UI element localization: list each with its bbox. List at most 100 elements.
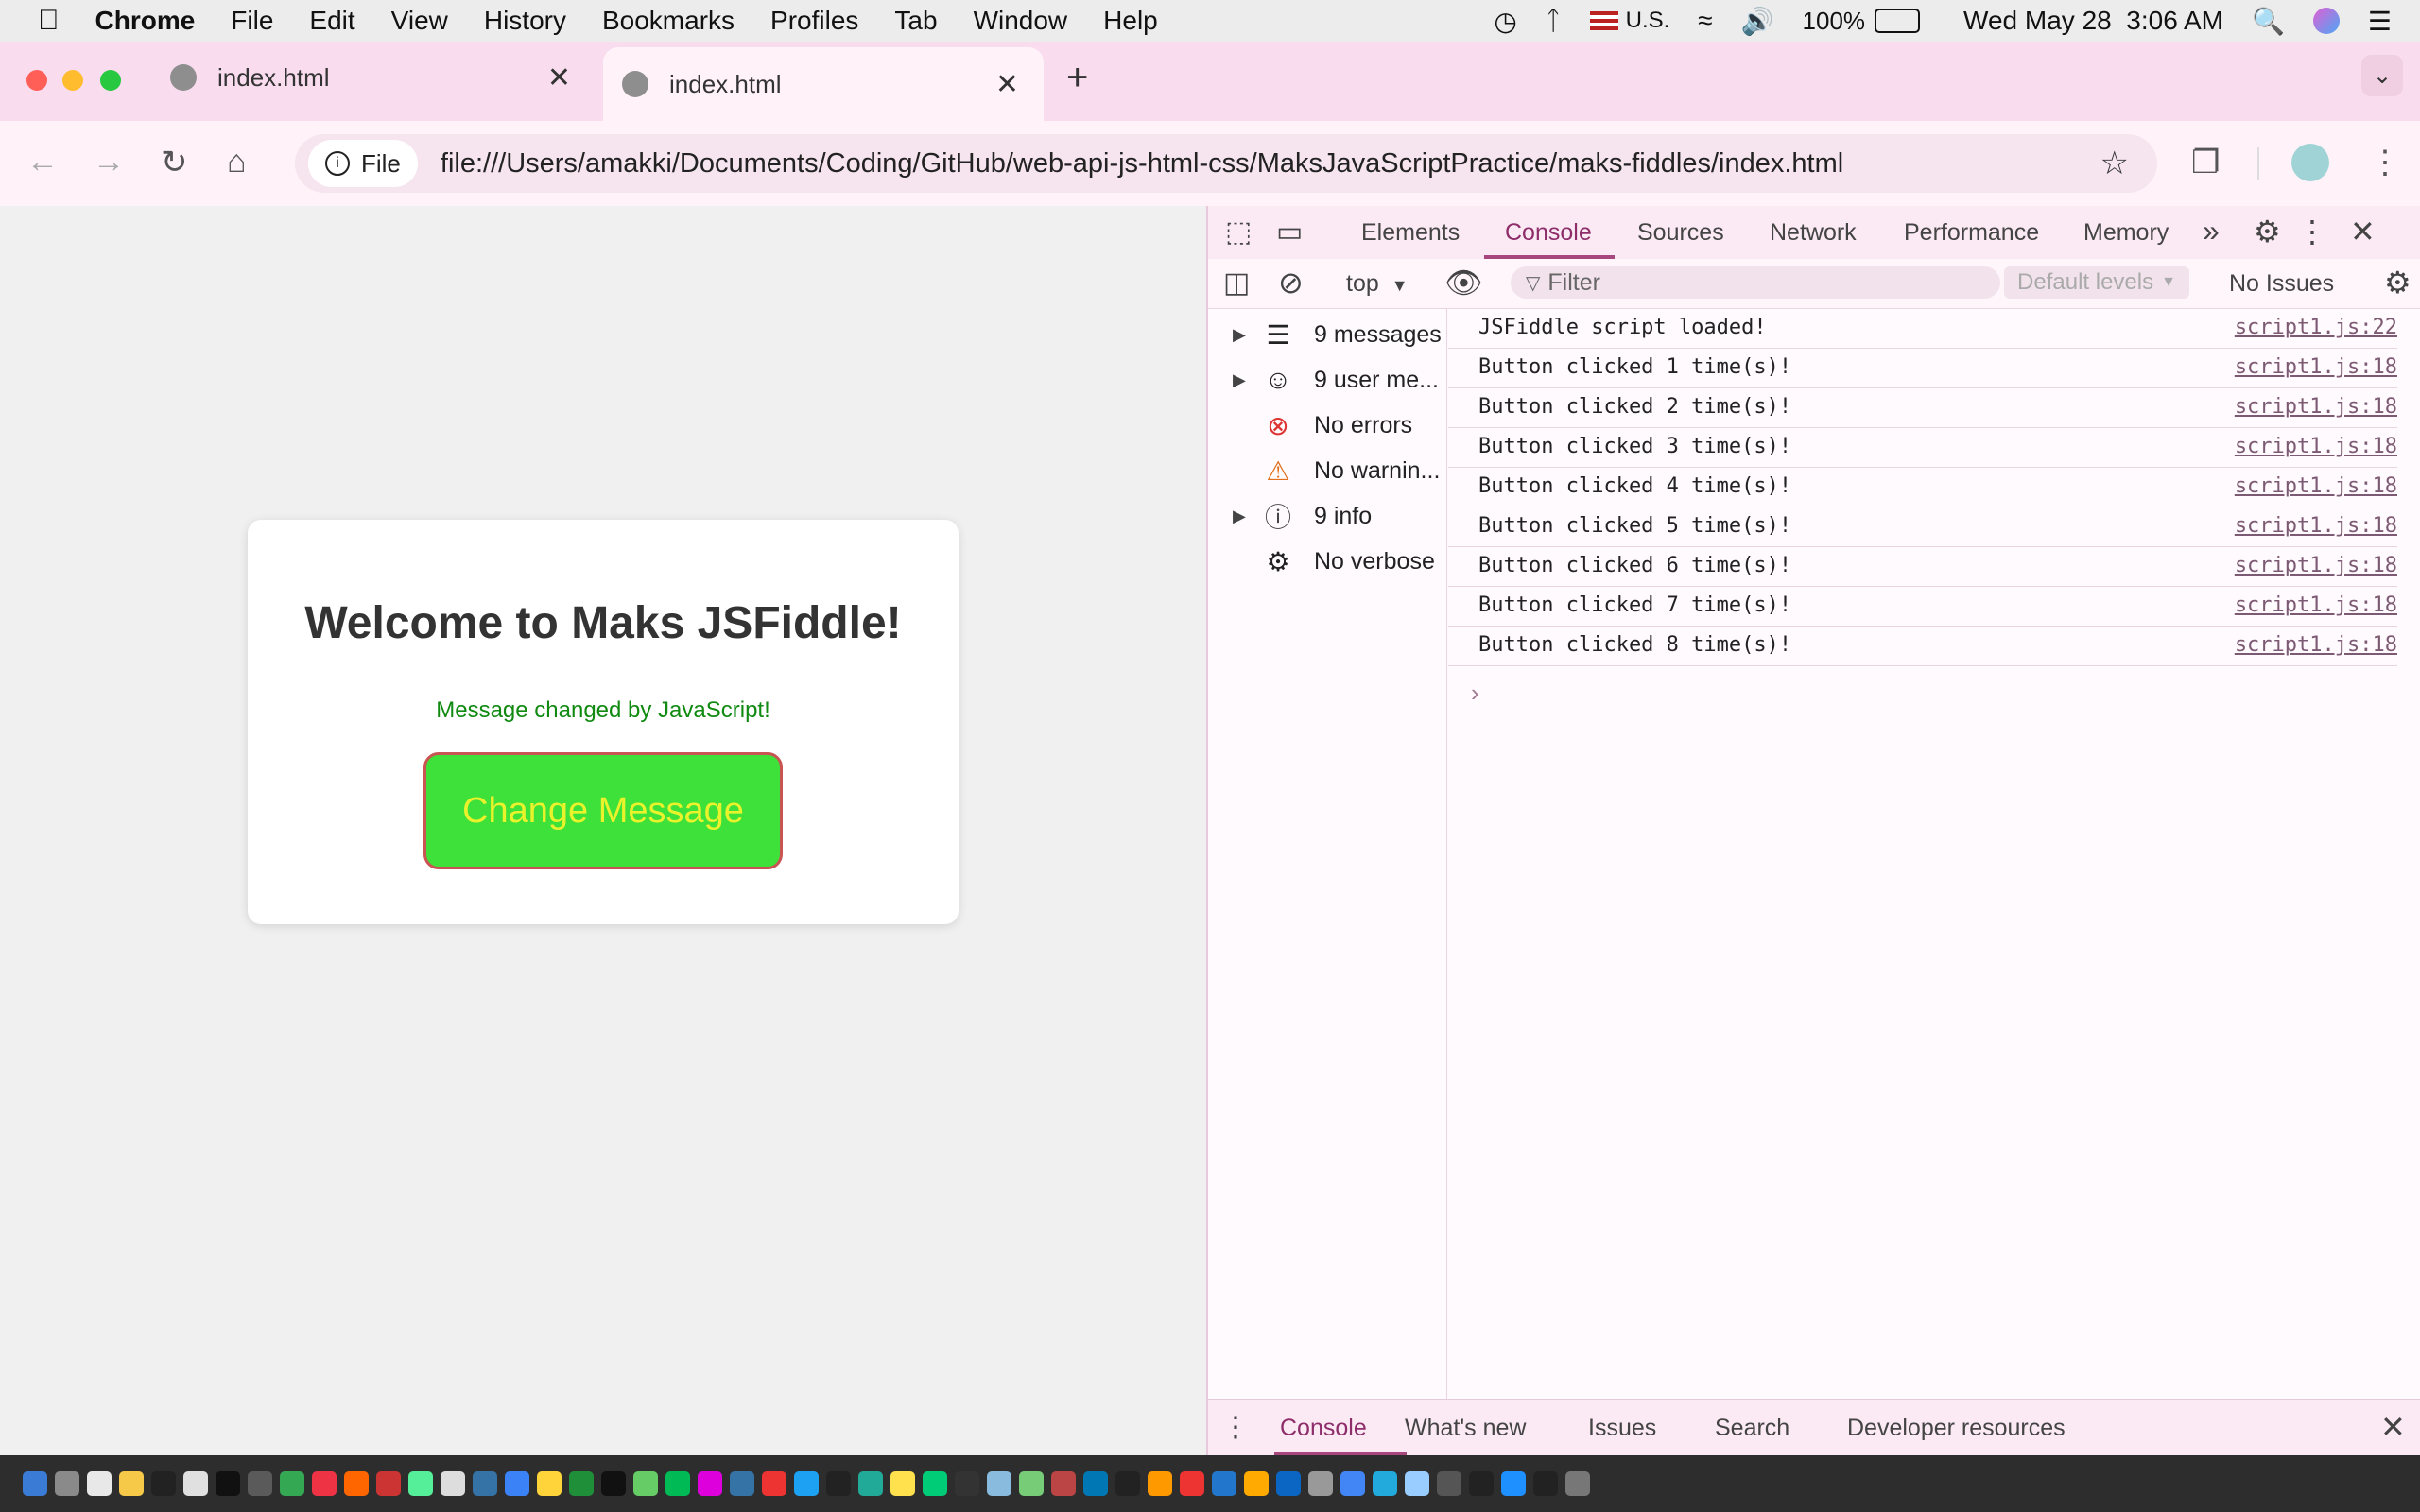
dock-app-icon[interactable]: [1115, 1471, 1140, 1496]
change-message-button[interactable]: Change Message: [424, 752, 783, 869]
dock-app-icon[interactable]: [1276, 1471, 1301, 1496]
tab-network[interactable]: Network: [1770, 219, 1857, 247]
log-levels-dropdown[interactable]: Default levels ▼: [2004, 266, 2189, 299]
sidebar-item[interactable]: ⊗ No errors: [1208, 403, 1446, 448]
dock-app-icon[interactable]: [1373, 1471, 1397, 1496]
console-source-link[interactable]: script1.js:18: [2235, 355, 2397, 379]
device-toolbar-icon[interactable]: ▭: [1276, 215, 1303, 249]
sidebar-item[interactable]: ▶ ☺ 9 user me...: [1208, 357, 1446, 403]
dock-app-icon[interactable]: [794, 1471, 819, 1496]
profile-avatar[interactable]: [2291, 144, 2329, 181]
dock-app-icon[interactable]: [248, 1471, 272, 1496]
dock-app-icon[interactable]: [1565, 1471, 1590, 1496]
close-drawer-icon[interactable]: ✕: [2380, 1409, 2406, 1445]
tab-performance[interactable]: Performance: [1904, 219, 2039, 247]
drawer-menu-icon[interactable]: ⋮: [1221, 1411, 1250, 1444]
spotlight-search-icon[interactable]: 🔍: [2252, 6, 2285, 37]
dock-app-icon[interactable]: [537, 1471, 562, 1496]
extensions-icon[interactable]: ❐: [2191, 144, 2220, 181]
tab-elements[interactable]: Elements: [1361, 219, 1460, 247]
zoom-window-button[interactable]: [100, 70, 121, 91]
dock-app-icon[interactable]: [151, 1471, 176, 1496]
dock-app-icon[interactable]: [216, 1471, 240, 1496]
site-info-chip[interactable]: i File: [308, 140, 418, 187]
dock-app-icon[interactable]: [666, 1471, 690, 1496]
dock-app-icon[interactable]: [280, 1471, 304, 1496]
dock-app-icon[interactable]: [1501, 1471, 1526, 1496]
dock-app-icon[interactable]: [633, 1471, 658, 1496]
dock-app-icon[interactable]: [87, 1471, 112, 1496]
issues-counter[interactable]: No Issues: [2229, 270, 2334, 298]
dock-app-icon[interactable]: [601, 1471, 626, 1496]
console-source-link[interactable]: script1.js:18: [2235, 395, 2397, 419]
battery-icon[interactable]: [1875, 9, 1921, 33]
bookmark-star-icon[interactable]: ☆: [2100, 145, 2129, 182]
sidebar-toggle-icon[interactable]: ◫: [1223, 266, 1250, 300]
dock-app-icon[interactable]: [1019, 1471, 1044, 1496]
dock-app-icon[interactable]: [408, 1471, 433, 1496]
minimize-window-button[interactable]: [62, 70, 83, 91]
apple-icon[interactable]: : [38, 5, 60, 37]
close-tab-icon[interactable]: ✕: [995, 68, 1019, 101]
menu-view[interactable]: View: [391, 6, 448, 36]
sidebar-item[interactable]: ⚠ No warnin...: [1208, 448, 1446, 493]
more-menu-icon[interactable]: ⋮: [2369, 144, 2401, 181]
dock-app-icon[interactable]: [1533, 1471, 1558, 1496]
dock-app-icon[interactable]: [569, 1471, 594, 1496]
dock-app-icon[interactable]: [312, 1471, 337, 1496]
home-icon[interactable]: ⌂: [227, 144, 247, 180]
dock-app-icon[interactable]: [826, 1471, 851, 1496]
console-prompt[interactable]: ›: [1471, 679, 1479, 708]
menu-help[interactable]: Help: [1103, 6, 1158, 36]
menu-bookmarks[interactable]: Bookmarks: [602, 6, 735, 36]
console-source-link[interactable]: script1.js:18: [2235, 474, 2397, 498]
console-source-link[interactable]: script1.js:18: [2235, 514, 2397, 538]
menu-app-name[interactable]: Chrome: [95, 6, 196, 36]
drawer-tab-whats-new[interactable]: What's new: [1405, 1415, 1526, 1442]
time-machine-icon[interactable]: ◷: [1494, 6, 1516, 37]
dock-app-icon[interactable]: [955, 1471, 979, 1496]
address-bar[interactable]: i File file:///Users/amakki/Documents/Co…: [295, 134, 2157, 193]
url-text[interactable]: file:///Users/amakki/Documents/Coding/Gi…: [441, 148, 1843, 180]
dock-app-icon[interactable]: [23, 1471, 47, 1496]
sidebar-item[interactable]: ▶ ☰ 9 messages: [1208, 312, 1446, 357]
dock-app-icon[interactable]: [1340, 1471, 1365, 1496]
tab-search-icon[interactable]: ⌄: [2361, 55, 2403, 96]
menu-profiles[interactable]: Profiles: [770, 6, 858, 36]
new-tab-icon[interactable]: +: [1066, 57, 1088, 99]
dock-app-icon[interactable]: [858, 1471, 883, 1496]
devtools-settings-icon[interactable]: ⚙: [2254, 214, 2281, 249]
console-filter-input[interactable]: ▽ Filter: [1511, 266, 2000, 299]
browser-tab-active[interactable]: index.html ✕: [603, 47, 1044, 121]
menu-history[interactable]: History: [484, 6, 566, 36]
back-icon[interactable]: ←: [26, 144, 59, 180]
more-tabs-icon[interactable]: »: [2203, 214, 2220, 249]
clear-console-icon[interactable]: ⊘: [1278, 265, 1304, 301]
dock-app-icon[interactable]: [441, 1471, 465, 1496]
console-settings-icon[interactable]: ⚙: [2384, 265, 2411, 301]
input-source[interactable]: U.S.: [1626, 8, 1670, 34]
tab-memory[interactable]: Memory: [2083, 219, 2169, 247]
dock-app-icon[interactable]: [730, 1471, 754, 1496]
sidebar-item[interactable]: ⚙ No verbose: [1208, 539, 1446, 584]
dock-app-icon[interactable]: [987, 1471, 1011, 1496]
dock-app-icon[interactable]: [376, 1471, 401, 1496]
menu-tab[interactable]: Tab: [894, 6, 937, 36]
close-devtools-icon[interactable]: ✕: [2350, 214, 2376, 249]
console-source-link[interactable]: script1.js:22: [2235, 316, 2397, 339]
console-source-link[interactable]: script1.js:18: [2235, 435, 2397, 458]
sidebar-item[interactable]: ▶ ⓘ 9 info: [1208, 493, 1446, 539]
live-expression-eye-icon[interactable]: 👁: [1444, 265, 1483, 301]
console-source-link[interactable]: script1.js:18: [2235, 554, 2397, 577]
devtools-menu-icon[interactable]: ⋮: [2297, 214, 2327, 249]
dock-app-icon[interactable]: [55, 1471, 79, 1496]
dock-app-icon[interactable]: [1405, 1471, 1429, 1496]
dock-app-icon[interactable]: [1308, 1471, 1333, 1496]
menu-edit[interactable]: Edit: [309, 6, 354, 36]
dock-app-icon[interactable]: [1083, 1471, 1108, 1496]
dock-app-icon[interactable]: [505, 1471, 529, 1496]
close-tab-icon[interactable]: ✕: [547, 61, 571, 94]
dock-app-icon[interactable]: [1437, 1471, 1461, 1496]
clock[interactable]: Wed May 28 3:06 AM: [1963, 6, 2223, 36]
dock-app-icon[interactable]: [1244, 1471, 1269, 1496]
